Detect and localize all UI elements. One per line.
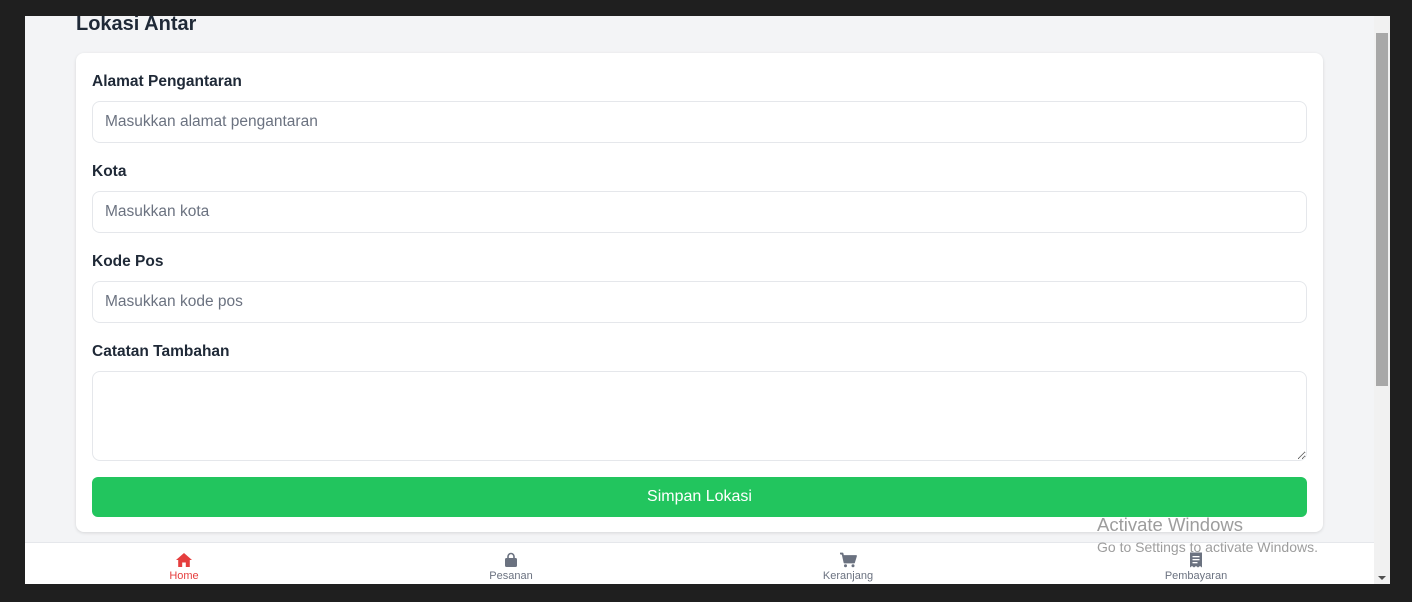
notes-textarea[interactable] xyxy=(92,371,1307,461)
delivery-location-form: Alamat Pengantaran Kota Kode Pos Catatan… xyxy=(76,53,1323,532)
vertical-scrollbar[interactable] xyxy=(1374,16,1390,584)
address-label: Alamat Pengantaran xyxy=(92,73,242,90)
nav-item-pesanan[interactable]: Pesanan xyxy=(411,543,611,584)
notes-label: Catatan Tambahan xyxy=(92,343,230,360)
browser-viewport: Lokasi Antar Alamat Pengantaran Kota Kod… xyxy=(25,16,1390,584)
home-icon xyxy=(175,551,193,569)
nav-label-pesanan: Pesanan xyxy=(489,570,533,582)
receipt-icon xyxy=(1189,551,1203,569)
scroll-down-arrow-icon[interactable] xyxy=(1378,576,1386,580)
shopping-bag-icon xyxy=(503,551,519,569)
city-label: Kota xyxy=(92,163,127,180)
cart-icon xyxy=(839,551,857,569)
nav-label-pembayaran: Pembayaran xyxy=(1164,570,1228,582)
city-input[interactable] xyxy=(92,191,1307,233)
nav-label-keranjang: Keranjang xyxy=(822,570,874,582)
bottom-navigation: Home Pesanan Keranjang Pembayaran xyxy=(25,542,1374,584)
address-input[interactable] xyxy=(92,101,1307,143)
postal-code-label: Kode Pos xyxy=(92,253,164,270)
postal-code-input[interactable] xyxy=(92,281,1307,323)
page-title: Lokasi Antar xyxy=(76,16,197,34)
nav-item-home[interactable]: Home xyxy=(84,543,284,584)
save-location-button[interactable]: Simpan Lokasi xyxy=(92,477,1307,517)
scrollbar-thumb[interactable] xyxy=(1376,33,1388,386)
nav-label-home: Home xyxy=(169,570,199,582)
nav-item-keranjang[interactable]: Keranjang xyxy=(748,543,948,584)
nav-item-pembayaran[interactable]: Pembayaran xyxy=(1096,543,1296,584)
